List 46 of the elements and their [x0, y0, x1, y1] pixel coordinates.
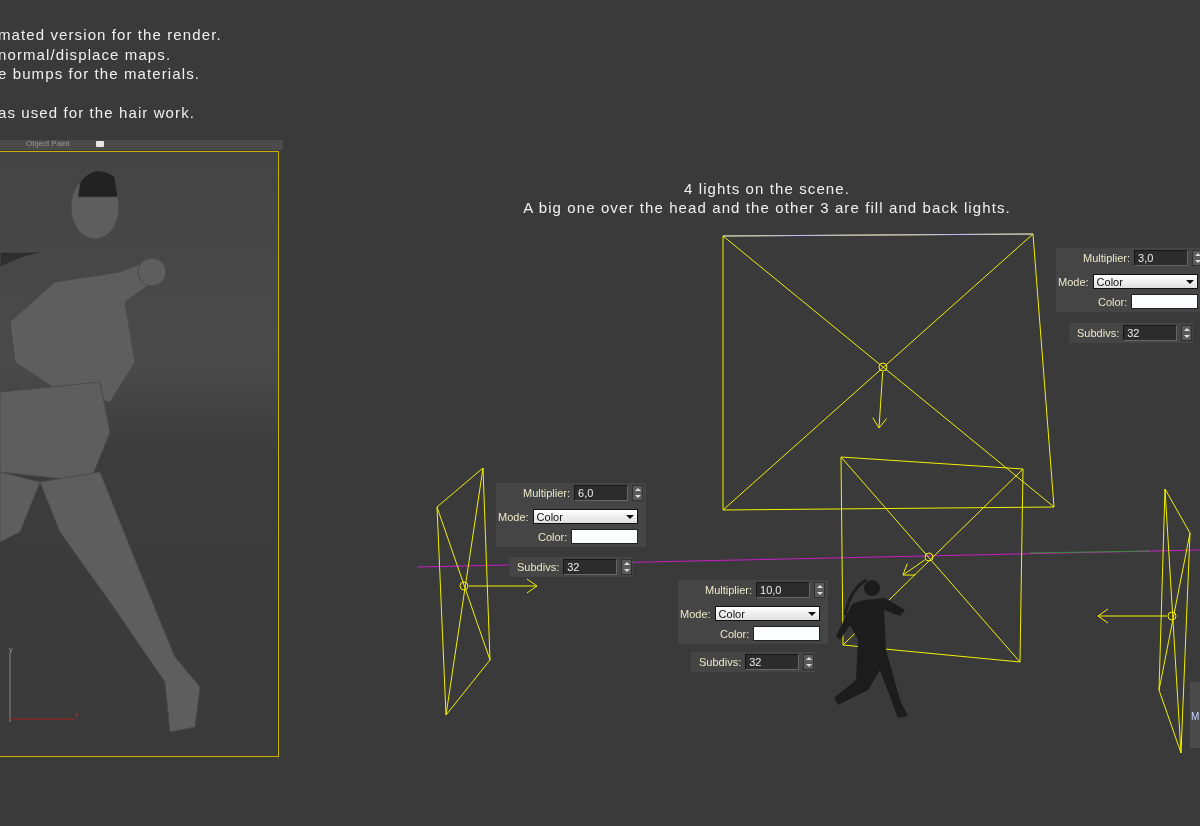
- spinner-control[interactable]: [632, 485, 644, 501]
- field-label: Subdivs:: [1077, 327, 1120, 339]
- direction-arrow: [872, 371, 888, 429]
- subdivs-field[interactable]: 32: [745, 654, 800, 670]
- multiplier-field[interactable]: 6,0: [574, 485, 629, 501]
- axis-gizmo: [9, 653, 76, 723]
- multiplier-field[interactable]: 10,0: [756, 582, 811, 598]
- direction-arrow: [468, 578, 538, 594]
- area-light-drawing[interactable]: [722, 233, 1055, 511]
- spinner-control[interactable]: [1192, 250, 1200, 266]
- caption-text: 4 lights on the scene.: [683, 179, 851, 198]
- field-label: Mode:: [1058, 275, 1089, 288]
- toolbar-label: Object Paint: [26, 140, 70, 148]
- caption-text: A big one over the head and the other 3 are fill and back lights.: [522, 198, 1012, 217]
- color-swatch[interactable]: [571, 529, 639, 544]
- field-label: M: [1191, 711, 1200, 722]
- subdivs-field[interactable]: 32: [1123, 325, 1178, 341]
- area-light-drawing[interactable]: [1158, 488, 1191, 754]
- field-label: Color:: [1098, 295, 1128, 308]
- field-label: Multiplier:: [705, 584, 753, 596]
- mode-dropdown[interactable]: Color: [1092, 274, 1198, 289]
- field-label: Mode:: [498, 510, 529, 523]
- field-label: Multiplier:: [1083, 252, 1131, 264]
- field-label: Color:: [720, 627, 750, 640]
- multiplier-field[interactable]: 3,0: [1134, 250, 1189, 266]
- mode-dropdown[interactable]: Color: [532, 509, 638, 524]
- field-label: Color:: [538, 530, 568, 543]
- caret-icon: [1185, 279, 1194, 284]
- direction-arrow: [1097, 608, 1168, 624]
- direction-arrow: [902, 559, 926, 576]
- area-light-drawing[interactable]: [840, 456, 1024, 663]
- caret-icon: [807, 611, 816, 616]
- spinner-control[interactable]: [803, 654, 815, 670]
- spinner-control[interactable]: [621, 559, 633, 575]
- field-label: Multiplier:: [523, 487, 571, 499]
- mode-dropdown[interactable]: Color: [714, 606, 820, 621]
- spinner-control[interactable]: [814, 582, 826, 598]
- subdivs-field[interactable]: 32: [563, 559, 618, 575]
- color-swatch[interactable]: [753, 626, 821, 641]
- field-label: Subdivs:: [517, 561, 560, 573]
- color-swatch[interactable]: [1131, 294, 1199, 309]
- spinner-control[interactable]: [1181, 325, 1193, 341]
- area-light-drawing[interactable]: [436, 467, 491, 716]
- field-label: Mode:: [680, 607, 711, 620]
- caret-icon: [625, 514, 634, 519]
- field-label: Subdivs:: [699, 656, 742, 668]
